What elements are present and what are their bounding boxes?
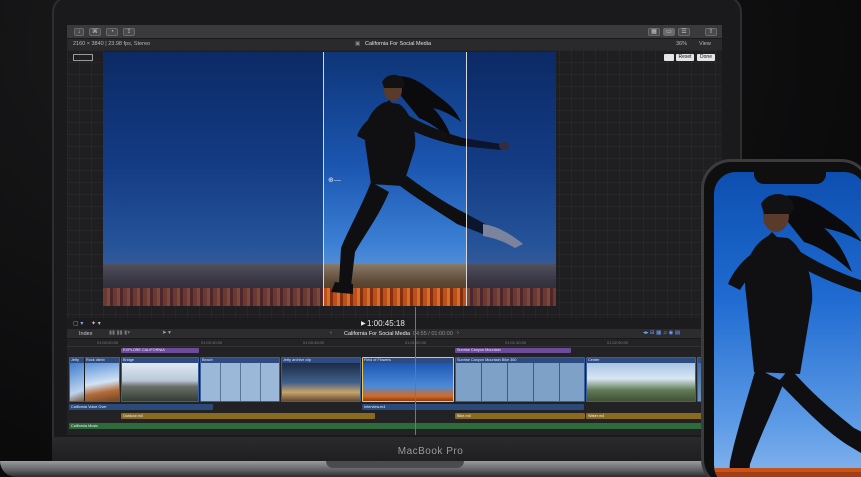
reset-button[interactable]: Reset	[676, 54, 694, 61]
crop-type-icon[interactable]	[664, 54, 674, 61]
clip-label: Jetty archive clip	[283, 358, 312, 362]
timeline-project-title: California For Social Media	[344, 331, 411, 337]
video-clip[interactable]: Sunrise Canyon Mountain Bike 360	[455, 357, 585, 402]
forward-arrow-icon[interactable]: ›	[457, 330, 459, 336]
browser-toggle-icon[interactable]: ▦	[648, 28, 660, 36]
clip-label: Field of Flowers	[364, 358, 391, 362]
timeline-toggle-icon[interactable]: ▭	[663, 28, 675, 36]
title-clip[interactable]: Sunrise Canyon Mountain	[455, 348, 571, 353]
clip-label: Rock climb	[86, 358, 105, 362]
video-clip[interactable]: Rock climb	[84, 357, 120, 402]
jumping-woman-figure	[714, 193, 861, 477]
viewer-project-title: California For Social Media	[365, 41, 432, 47]
product-scene: ↓ ⌘ ◔ ⇪ ▦ ▭ ☰ ⇧ 2160 × 3840 | 23.98 fps,…	[0, 0, 861, 477]
enhance-tool-icon[interactable]: ✦ ▾	[91, 320, 101, 327]
clip-appearance-icons[interactable]: ◂▸ ⊟ ▦ ♫ ◉ ▤	[643, 330, 680, 336]
playhead[interactable]	[415, 307, 416, 435]
iphone-screen	[714, 172, 861, 477]
ruler-tick: 01:00:45:00	[303, 340, 325, 345]
ruler-tick: 01:02:00:00	[607, 340, 629, 345]
index-button[interactable]: Index	[79, 331, 92, 337]
macbook-opening-notch	[326, 461, 464, 468]
clip-label: Jetty	[71, 358, 80, 362]
crop-rectangle[interactable]	[323, 52, 467, 306]
audio-clip[interactable]: Bike.m4	[455, 413, 585, 419]
share-export-icon[interactable]: ⇧	[705, 28, 717, 36]
select-tool-icon[interactable]: ➤ ▾	[162, 330, 171, 336]
import-icon[interactable]: ↓	[74, 28, 84, 36]
video-clip[interactable]: Center	[586, 357, 696, 402]
audio-clip[interactable]: California Voice Over	[69, 404, 213, 410]
title-clip[interactable]: EXPLORE CALIFORNIA	[121, 348, 199, 353]
macbook-screen: ↓ ⌘ ◔ ⇪ ▦ ▭ ☰ ⇧ 2160 × 3840 | 23.98 fps,…	[67, 25, 722, 435]
share-icon[interactable]: ⇪	[123, 28, 135, 36]
play-icon[interactable]: ▶	[361, 320, 366, 327]
crop-center-handle-icon[interactable]: ⊕—	[328, 176, 341, 184]
app-toolbar: ↓ ⌘ ◔ ⇪ ▦ ▭ ☰ ⇧	[67, 25, 722, 39]
video-clip[interactable]: Beach	[200, 357, 280, 402]
done-button[interactable]: Done	[697, 54, 715, 61]
audio-clip[interactable]: Outdoor.m4	[121, 413, 375, 419]
crop-mask-right	[467, 52, 556, 306]
timeline-ruler[interactable]: 01:00:00:00 01:00:30:00 01:00:45:00 01:0…	[67, 339, 722, 347]
iphone	[701, 159, 861, 477]
clip-label: Sunrise Canyon Mountain Bike 360	[457, 358, 517, 362]
transform-tool-icon[interactable]: ▢ ▾	[73, 320, 83, 327]
timeline-duration: 04:55 / 01:00:00	[413, 331, 453, 337]
clip-thumbnail	[85, 363, 119, 401]
clapper-icon: ▣	[355, 41, 361, 47]
background-tasks-icon[interactable]: ◔	[106, 28, 118, 36]
audio-clip[interactable]: Interview.m4	[362, 404, 584, 410]
video-clip-selected[interactable]: Field of Flowers	[362, 357, 454, 402]
timeline[interactable]: EXPLORE CALIFORNIA Sunrise Canyon Mounta…	[67, 347, 722, 435]
edit-tools-icons[interactable]: ▮▮ ▮▮ ▮▾	[109, 330, 130, 336]
transport-bar: ▢ ▾ ✦ ▾ ▶ 1:00:45:18	[67, 318, 722, 329]
inspector-toggle-icon[interactable]: ☰	[678, 28, 690, 36]
clip-thumbnail	[456, 363, 584, 401]
format-info: 2160 × 3840 | 23.98 fps, Stereo	[73, 41, 151, 47]
audio-clip[interactable]: California Music	[69, 423, 722, 429]
clip-label: Bridge	[123, 358, 134, 362]
clip-thumbnail	[122, 363, 198, 401]
clip-thumbnail	[587, 363, 695, 401]
crop-mask-left	[103, 52, 323, 306]
video-clip[interactable]: Bridge	[121, 357, 199, 402]
ruler-tick: 01:00:00:00	[97, 340, 119, 345]
timeline-header: Index ▮▮ ▮▮ ▮▾ ➤ ▾ ‹ California For Soci…	[67, 329, 722, 339]
ruler-tick: 01:01:30:00	[505, 340, 527, 345]
timecode-display[interactable]: 1:00:45:18	[367, 319, 405, 328]
clip-thumbnail	[363, 363, 453, 401]
video-frame[interactable]: ⊕—	[103, 52, 556, 306]
keyword-icon[interactable]: ⌘	[89, 28, 101, 36]
viewer: Reset Done ⊕—	[67, 50, 722, 318]
back-arrow-icon[interactable]: ‹	[330, 330, 332, 336]
clip-label: Beach	[202, 358, 213, 362]
clip-thumbnail	[282, 363, 360, 401]
view-menu[interactable]: View	[699, 41, 711, 47]
crop-mode-buttons[interactable]	[73, 54, 93, 61]
viewer-header: 2160 × 3840 | 23.98 fps, Stereo ▣ Califo…	[67, 39, 722, 50]
iphone-notch	[754, 172, 826, 184]
clip-thumbnail	[201, 363, 279, 401]
zoom-menu[interactable]: 36%	[676, 41, 687, 47]
ruler-tick: 01:00:30:00	[201, 340, 223, 345]
video-clip[interactable]: Jetty archive clip	[281, 357, 361, 402]
clip-label: Center	[588, 358, 600, 362]
